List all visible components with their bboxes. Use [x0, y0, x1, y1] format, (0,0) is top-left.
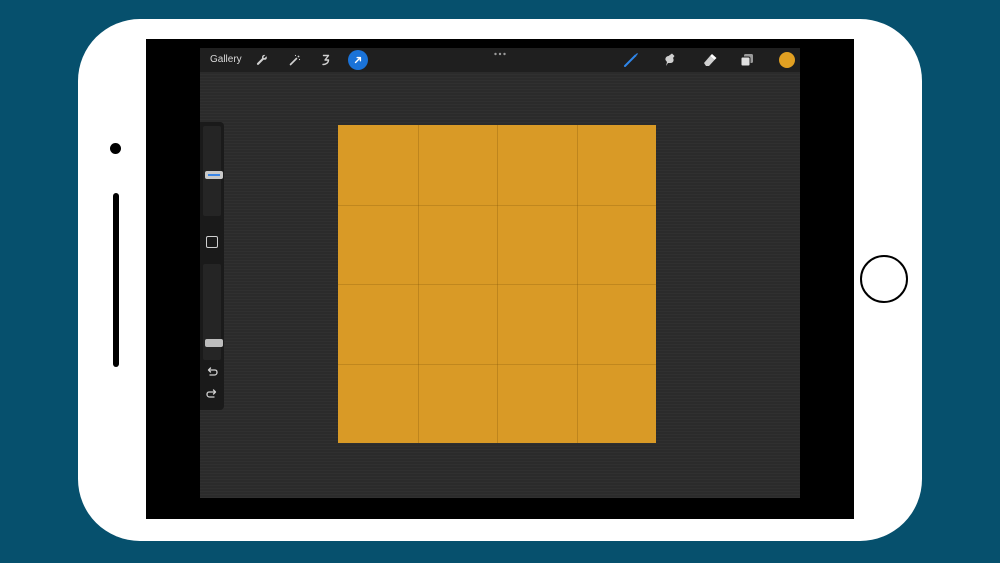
- smudge-button[interactable]: [660, 50, 680, 70]
- device-screen: Gallery: [146, 39, 854, 519]
- redo-icon[interactable]: [205, 388, 219, 402]
- layers-button[interactable]: [737, 50, 757, 70]
- eraser-button[interactable]: [699, 50, 719, 70]
- brush-icon: [624, 53, 638, 67]
- home-button[interactable]: [860, 255, 908, 303]
- transform-arrow-icon: [354, 56, 362, 64]
- brush-size-slider[interactable]: [203, 126, 223, 216]
- gallery-button[interactable]: Gallery: [210, 54, 242, 65]
- adjustments-button[interactable]: [285, 50, 305, 70]
- camera-dot: [110, 143, 121, 154]
- magic-wand-icon: [289, 54, 301, 66]
- selection-icon: [322, 54, 330, 66]
- undo-icon[interactable]: [205, 366, 219, 380]
- wrench-icon: [256, 54, 267, 65]
- opacity-slider[interactable]: [203, 264, 223, 360]
- smudge-icon: [665, 53, 675, 66]
- modify-button[interactable]: [206, 236, 218, 248]
- color-picker-button[interactable]: [779, 52, 795, 68]
- brush-button[interactable]: [621, 50, 641, 70]
- brush-size-thumb[interactable]: [205, 171, 223, 179]
- more-options-icon[interactable]: [493, 49, 507, 57]
- actions-button[interactable]: [252, 50, 272, 70]
- drawing-canvas[interactable]: [338, 125, 656, 443]
- top-toolbar: Gallery: [200, 48, 800, 72]
- procreate-app: Gallery: [200, 48, 800, 498]
- brush-size-indicator: [208, 174, 220, 176]
- transform-button[interactable]: [348, 50, 368, 70]
- eraser-icon: [704, 54, 717, 66]
- ipad-device-frame: Gallery: [78, 19, 922, 541]
- opacity-thumb[interactable]: [205, 339, 223, 347]
- drawing-guide-grid: [338, 125, 656, 443]
- selection-button[interactable]: [316, 50, 336, 70]
- speaker-slot: [113, 193, 119, 367]
- layers-icon: [740, 54, 753, 67]
- left-sidebar: [200, 122, 224, 410]
